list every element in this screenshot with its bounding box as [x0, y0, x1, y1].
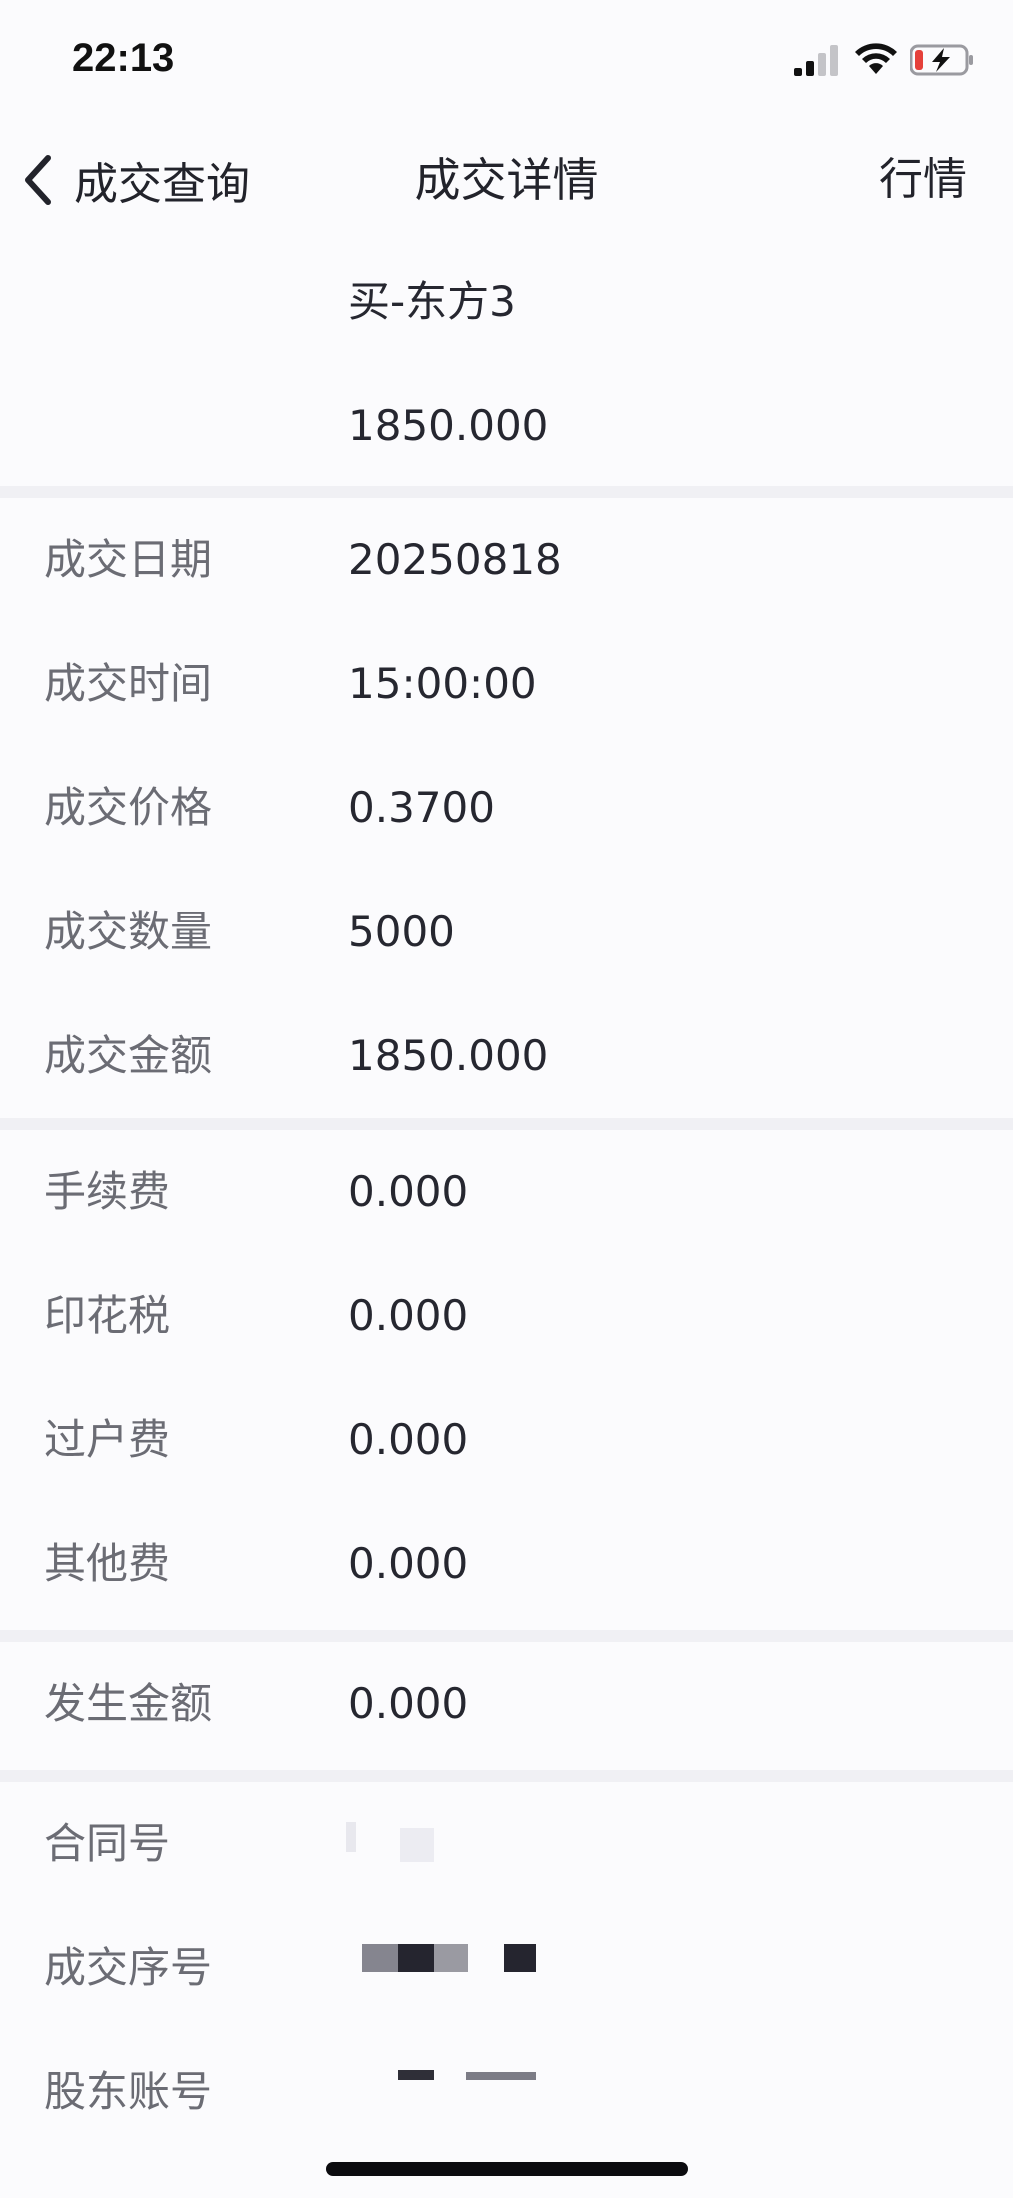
row-label: 成交金额 [44, 1031, 213, 1080]
redacted-value [346, 1822, 356, 1852]
row-value: 20250818 [348, 535, 562, 584]
row-label: 发生金额 [44, 1679, 213, 1728]
settlement-section: 发生金额 0.000 [0, 1642, 1013, 1770]
redacted-value [434, 1944, 468, 1972]
row-value: 0.000 [348, 1167, 469, 1216]
signal-icon [794, 45, 838, 76]
row-label: 印花税 [44, 1291, 171, 1340]
list-item: 成交日期 20250818 [0, 498, 1013, 622]
list-item: 印花税 0.000 [0, 1254, 1013, 1378]
row-label: 成交时间 [44, 659, 213, 708]
home-indicator[interactable] [326, 2162, 688, 2176]
trade-detail-page: 22:13 成交查询 成交详情 行情 买-东方3 1850.000 成交日期 2… [0, 0, 1013, 2198]
row-label: 其他费 [44, 1539, 171, 1588]
redacted-value [504, 1944, 536, 1972]
row-value: 0.000 [348, 1679, 469, 1728]
section-divider [0, 1118, 1013, 1130]
wifi-icon [855, 43, 897, 74]
market-button[interactable]: 行情 [879, 150, 967, 210]
row-label: 成交数量 [44, 907, 213, 956]
navigation-bar: 成交查询 成交详情 行情 [0, 120, 1013, 240]
list-item: 合同号 [0, 1782, 1013, 1906]
row-value: 0.000 [348, 1291, 469, 1340]
trade-info-section: 成交日期 20250818 成交时间 15:00:00 成交价格 0.3700 … [0, 498, 1013, 1118]
page-title: 成交详情 [414, 153, 599, 207]
row-label: 成交序号 [44, 1943, 213, 1992]
redacted-value [466, 2072, 536, 2080]
redacted-value [398, 1944, 434, 1972]
row-label: 股东账号 [44, 2067, 213, 2116]
header-section: 买-东方3 1850.000 [0, 240, 1013, 486]
row-label: 成交日期 [44, 535, 213, 584]
redacted-value [362, 1944, 398, 1972]
status-time: 22:13 [72, 36, 175, 80]
fees-section: 手续费 0.000 印花税 0.000 过户费 0.000 其他费 0.000 [0, 1130, 1013, 1630]
list-item: 过户费 0.000 [0, 1378, 1013, 1502]
security-name: 买-东方3 [348, 277, 516, 326]
row-value: 0.000 [348, 1539, 469, 1588]
list-item: 成交时间 15:00:00 [0, 622, 1013, 746]
list-item: 其他费 0.000 [0, 1502, 1013, 1626]
row-value: 1850.000 [348, 1031, 549, 1080]
row-label: 过户费 [44, 1415, 171, 1464]
list-item: 股东账号 [0, 2030, 1013, 2154]
section-divider [0, 1770, 1013, 1782]
header-amount-row: 1850.000 [0, 364, 1013, 488]
redacted-value [400, 1828, 434, 1862]
row-value: 5000 [348, 907, 455, 956]
section-divider [0, 1630, 1013, 1642]
security-name-row: 买-东方3 [0, 240, 1013, 364]
section-divider [0, 486, 1013, 498]
ids-section: 合同号 成交序号 股东账号 [0, 1782, 1013, 2162]
list-item: 成交序号 [0, 1906, 1013, 2030]
redacted-value [398, 2070, 434, 2080]
row-label: 合同号 [44, 1819, 171, 1868]
row-value: 0.000 [348, 1415, 469, 1464]
list-item: 成交价格 0.3700 [0, 746, 1013, 870]
list-item: 成交数量 5000 [0, 870, 1013, 994]
battery-charging-icon [910, 44, 973, 76]
status-bar: 22:13 [0, 0, 1013, 120]
list-item: 手续费 0.000 [0, 1130, 1013, 1254]
row-value: 15:00:00 [348, 659, 537, 708]
header-amount: 1850.000 [348, 401, 549, 450]
row-value: 0.3700 [348, 783, 495, 832]
row-label: 成交价格 [44, 783, 213, 832]
list-item: 发生金额 0.000 [0, 1642, 1013, 1766]
row-label: 手续费 [44, 1167, 171, 1216]
list-item: 成交金额 1850.000 [0, 994, 1013, 1118]
